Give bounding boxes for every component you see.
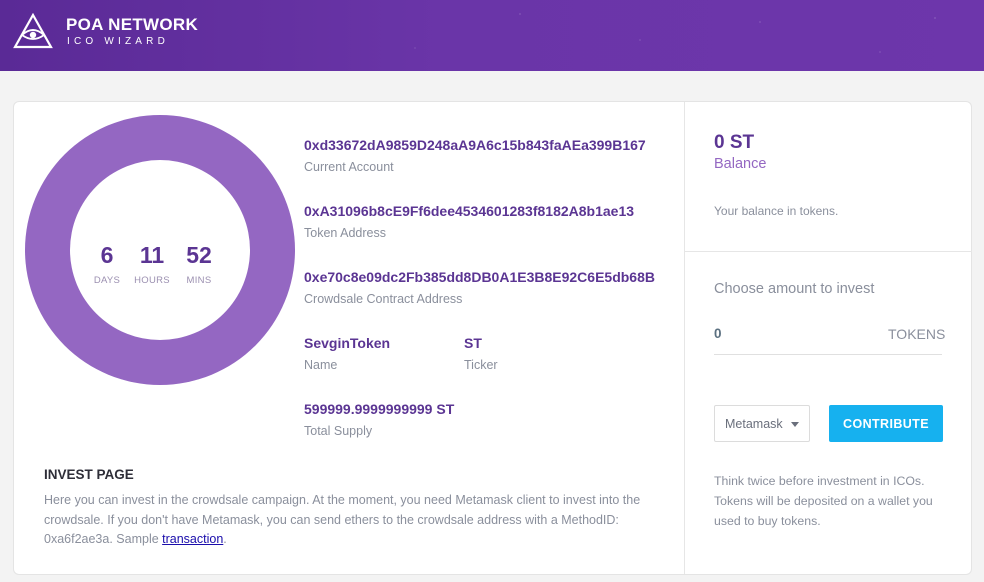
invest-description: Here you can invest in the crowdsale cam… xyxy=(44,491,659,550)
countdown-center: 6 DAYS 11 HOURS 52 MINS xyxy=(70,160,250,340)
wallet-select[interactable]: Metamask xyxy=(714,405,810,442)
choose-amount-label: Choose amount to invest xyxy=(714,281,875,297)
invest-page-heading: INVEST PAGE xyxy=(44,467,134,482)
chevron-down-icon xyxy=(791,422,799,427)
crowdsale-address-label: Crowdsale Contract Address xyxy=(304,292,463,306)
crowdsale-address-value: 0xe70c8e09dc2Fb385dd8DB0A1E3B8E92C6E5db6… xyxy=(304,269,655,285)
token-address-value: 0xA31096b8cE9Ff6dee4534601283f8182A8b1ae… xyxy=(304,203,635,219)
invest-card: 6 DAYS 11 HOURS 52 MINS 0xd33672dA9859D2… xyxy=(13,101,972,575)
ticker-value: ST xyxy=(464,335,482,351)
token-address-label: Token Address xyxy=(304,226,386,240)
total-supply-value: 599999.9999999999 ST xyxy=(304,401,455,417)
days-value: 6 xyxy=(100,242,114,268)
days-label: DAYS xyxy=(93,275,121,286)
balance-note: Your balance in tokens. xyxy=(714,204,839,218)
amount-input[interactable]: 0 xyxy=(714,326,722,341)
amount-input-underline xyxy=(714,354,942,355)
top-header: POA NETWORK ICO WIZARD xyxy=(0,0,984,71)
hours-label: HOURS xyxy=(134,275,170,286)
sample-transaction-link[interactable]: transaction xyxy=(162,532,223,546)
countdown-days: 6 DAYS xyxy=(86,242,128,286)
poa-eye-pyramid-icon xyxy=(13,13,53,49)
invest-description-text: Here you can invest in the crowdsale cam… xyxy=(44,493,641,546)
token-name-label: Name xyxy=(304,358,338,372)
vertical-divider xyxy=(684,102,685,574)
investment-warning: Think twice before investment in ICOs. T… xyxy=(714,474,933,528)
invest-description-end: . xyxy=(223,532,227,546)
hours-value: 11 xyxy=(139,242,165,268)
token-name-value: SevginToken xyxy=(304,335,391,351)
mins-label: MINS xyxy=(186,275,212,286)
mins-value: 52 xyxy=(186,242,212,268)
app-subtitle: ICO WIZARD xyxy=(67,36,169,47)
countdown-mins: 52 MINS xyxy=(178,242,220,286)
wallet-select-value: Metamask xyxy=(725,417,783,431)
tokens-unit-label: TOKENS xyxy=(888,326,946,342)
countdown-hours: 11 HOURS xyxy=(131,242,173,286)
ticker-label: Ticker xyxy=(464,358,498,372)
current-account-label: Current Account xyxy=(304,160,394,174)
countdown-ring: 6 DAYS 11 HOURS 52 MINS xyxy=(25,115,295,385)
horizontal-divider xyxy=(685,251,972,252)
app-title: POA NETWORK xyxy=(66,15,199,34)
current-account-value: 0xd33672dA9859D248aA9A6c15b843faAEa399B1… xyxy=(304,137,646,153)
total-supply-label: Total Supply xyxy=(304,424,373,438)
contribute-button[interactable]: CONTRIBUTE xyxy=(829,405,943,442)
balance-value: 0 ST xyxy=(714,132,755,153)
balance-label: Balance xyxy=(714,156,767,172)
